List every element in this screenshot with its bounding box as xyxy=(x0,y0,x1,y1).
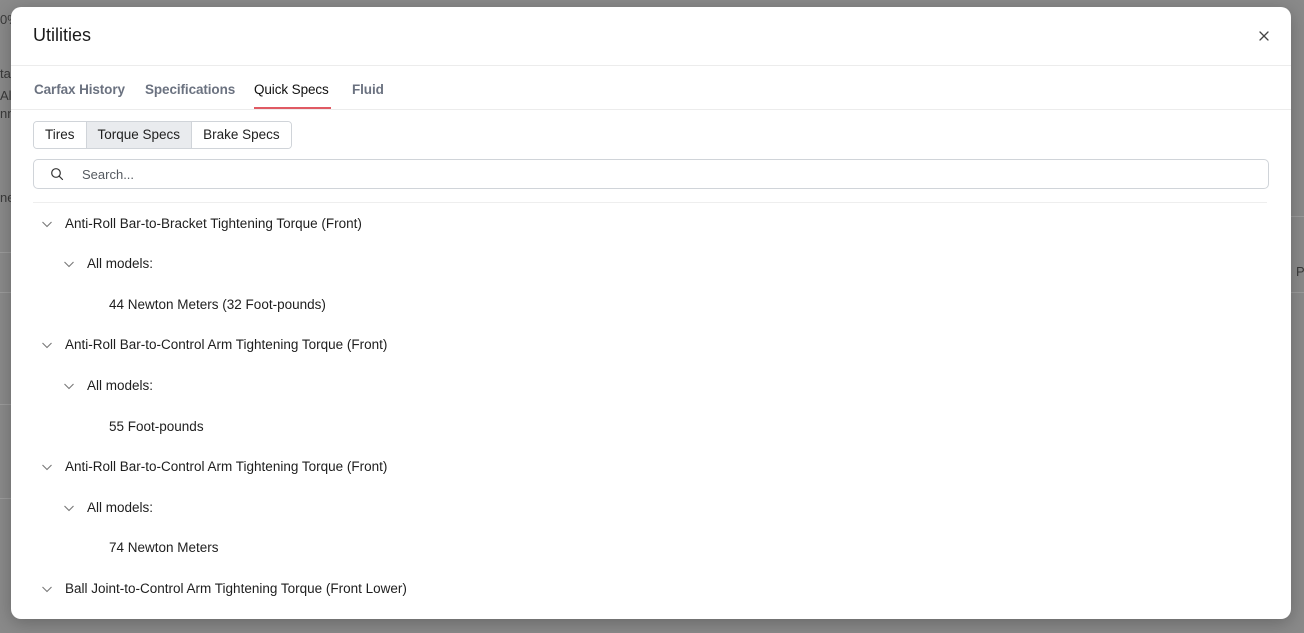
chevron-down-icon xyxy=(64,261,74,268)
chevron-down-icon xyxy=(64,505,74,512)
background-divider xyxy=(0,404,11,405)
spec-title: Anti-Roll Bar-to-Control Arm Tightening … xyxy=(65,459,388,474)
close-button[interactable] xyxy=(1255,27,1273,45)
modal-header: Utilities xyxy=(11,7,1291,66)
background-divider xyxy=(1291,292,1304,293)
tab-specifications[interactable]: Specifications xyxy=(145,82,235,97)
chevron-down-icon xyxy=(64,383,74,390)
active-tab-indicator xyxy=(254,107,331,109)
tab-carfax-history[interactable]: Carfax History xyxy=(34,82,125,97)
spec-type-segmented-control: Tires Torque Specs Brake Specs xyxy=(33,121,292,149)
torque-spec-list: Anti-Roll Bar-to-Bracket Tightening Torq… xyxy=(33,202,1267,619)
spec-value: 74 Newton Meters xyxy=(109,540,219,555)
background-divider xyxy=(0,252,11,253)
background-divider xyxy=(1291,216,1304,217)
segment-torque-specs[interactable]: Torque Specs xyxy=(85,122,192,148)
spec-title: Anti-Roll Bar-to-Bracket Tightening Torq… xyxy=(65,216,362,231)
spec-group-label: All models: xyxy=(87,378,154,393)
background-divider xyxy=(0,498,11,499)
background-fragment: ta xyxy=(0,66,11,81)
tab-bar: Carfax History Specifications Quick Spec… xyxy=(11,66,1291,110)
background-divider xyxy=(0,292,11,293)
background-fragment: P xyxy=(1296,264,1304,279)
chevron-down-icon xyxy=(42,464,52,471)
chevron-down-icon xyxy=(42,221,52,228)
tab-fluid[interactable]: Fluid xyxy=(352,82,384,97)
search-box xyxy=(33,159,1269,189)
utilities-modal: Utilities Carfax History Specifications … xyxy=(11,7,1291,619)
spec-value: 55 Foot-pounds xyxy=(109,419,204,434)
close-icon xyxy=(1259,31,1269,41)
spec-group-label: All models: xyxy=(87,500,154,515)
background-fragment: Al xyxy=(0,88,12,103)
chevron-down-icon xyxy=(42,342,52,349)
search-input[interactable] xyxy=(82,160,1252,188)
tab-quick-specs[interactable]: Quick Specs xyxy=(254,82,329,97)
chevron-down-icon xyxy=(42,586,52,593)
spec-value: 44 Newton Meters (32 Foot-pounds) xyxy=(109,297,326,312)
segment-tires[interactable]: Tires xyxy=(34,122,86,148)
spec-title: Anti-Roll Bar-to-Control Arm Tightening … xyxy=(65,337,388,352)
segment-brake-specs[interactable]: Brake Specs xyxy=(191,122,291,148)
search-icon xyxy=(51,168,64,181)
modal-title: Utilities xyxy=(33,25,92,45)
spec-title: Ball Joint-to-Control Arm Tightening Tor… xyxy=(65,581,407,596)
spec-group-label: All models: xyxy=(87,256,154,271)
